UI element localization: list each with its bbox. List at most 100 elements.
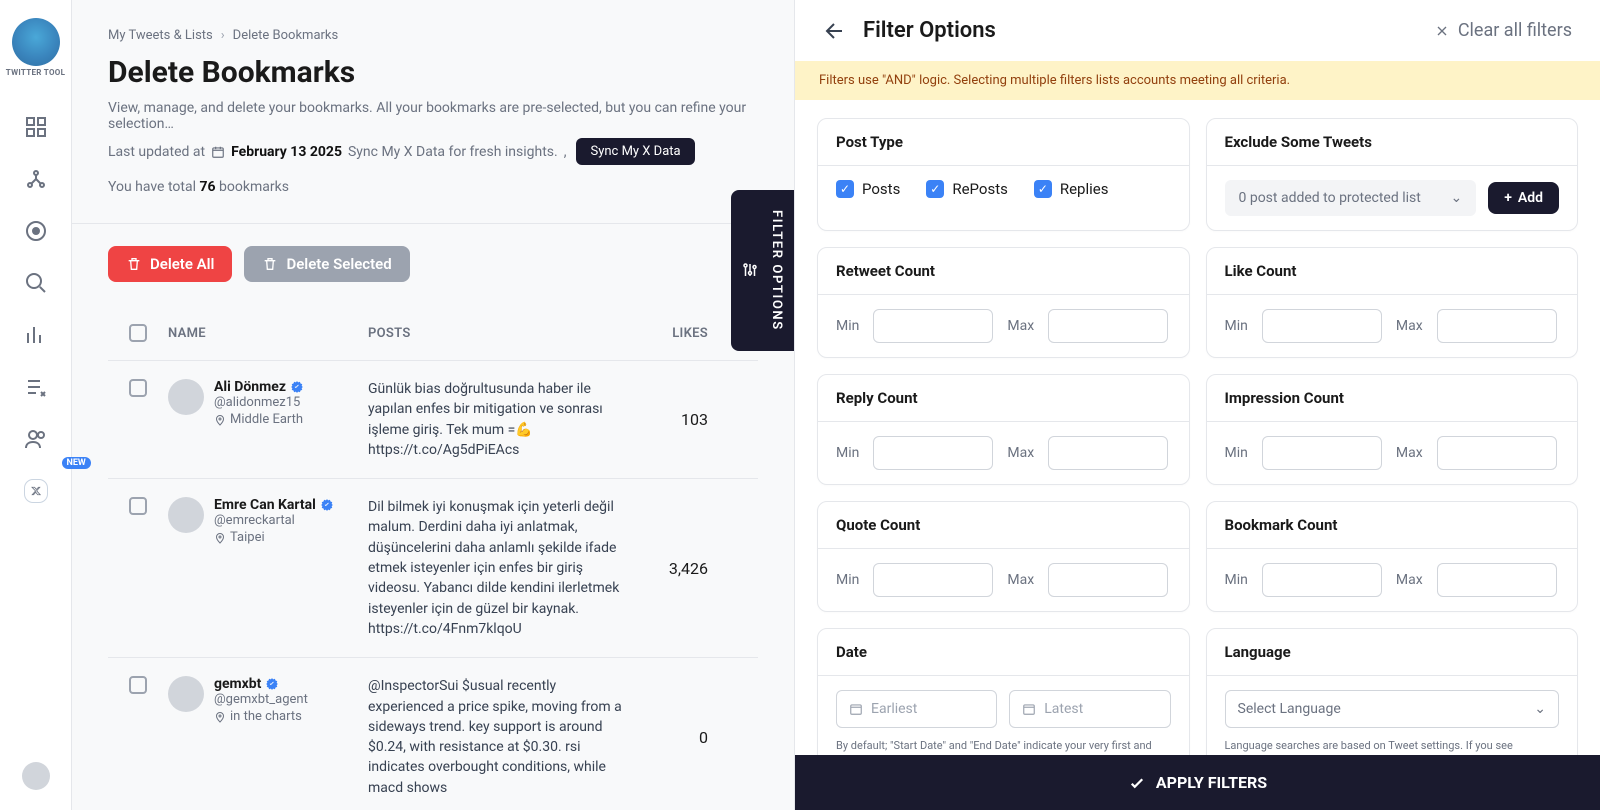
card-title: Impression Count	[1207, 375, 1578, 421]
card-title: Retweet Count	[818, 248, 1189, 294]
avatar	[168, 497, 204, 533]
card-impression-count: Impression Count Min Max	[1206, 374, 1579, 485]
sync-button[interactable]: Sync My X Data	[576, 138, 694, 165]
trash-icon	[126, 256, 142, 272]
max-label: Max	[1396, 318, 1423, 334]
reply-max-input[interactable]	[1048, 436, 1168, 470]
trash-icon	[262, 256, 278, 272]
language-select[interactable]: Select Language ⌄	[1225, 690, 1560, 728]
dashboard-icon[interactable]	[24, 115, 48, 139]
updated-date: February 13 2025	[231, 144, 342, 160]
calendar-icon	[211, 145, 225, 159]
chevron-down-icon: ⌄	[1450, 190, 1462, 206]
date-earliest-input[interactable]: Earliest	[836, 690, 997, 728]
row-checkbox[interactable]	[129, 676, 147, 694]
post-text: Günlük bias doğrultusunda haber ile yapı…	[368, 379, 628, 460]
display-name: Emre Can Kartal	[214, 497, 316, 513]
location: in the charts	[214, 709, 308, 724]
x-nav-wrapper: NEW	[24, 465, 48, 517]
card-bookmark-count: Bookmark Count Min Max	[1206, 501, 1579, 612]
likes-count: 3,426	[628, 559, 708, 578]
totals-line: You have total 76 bookmarks	[108, 179, 758, 195]
location: Middle Earth	[214, 412, 304, 427]
pin-icon	[214, 532, 226, 544]
card-exclude-tweets: Exclude Some Tweets 0 post added to prot…	[1206, 118, 1579, 231]
delete-selected-button[interactable]: Delete Selected	[244, 246, 409, 282]
retweet-max-input[interactable]	[1048, 309, 1168, 343]
app-logo	[12, 18, 60, 66]
chevron-down-icon: ⌄	[1534, 701, 1546, 717]
page-title: Delete Bookmarks	[108, 55, 758, 90]
filter-panel: Filter Options Clear all filters Filters…	[794, 0, 1600, 810]
x-icon[interactable]	[24, 479, 48, 503]
max-label: Max	[1007, 445, 1034, 461]
target-icon[interactable]	[24, 219, 48, 243]
search-icon[interactable]	[24, 271, 48, 295]
bookmark-max-input[interactable]	[1437, 563, 1557, 597]
crumb-root[interactable]: My Tweets & Lists	[108, 28, 213, 43]
card-date: Date Earliest Latest By default; "Start …	[817, 628, 1190, 755]
list-x-icon[interactable]	[24, 375, 48, 399]
min-label: Min	[1225, 318, 1248, 334]
table-row: Ali Dönmez @alidonmez15 Middle Earth Gün…	[108, 360, 758, 478]
row-checkbox[interactable]	[129, 379, 147, 397]
likes-count: 0	[628, 728, 708, 747]
impression-min-input[interactable]	[1262, 436, 1382, 470]
filter-options-tab[interactable]: FILTER OPTIONS	[731, 190, 794, 351]
handle: @gemxbt_agent	[214, 692, 308, 707]
like-min-input[interactable]	[1262, 309, 1382, 343]
page-description: View, manage, and delete your bookmarks.…	[108, 100, 758, 132]
delete-all-button[interactable]: Delete All	[108, 246, 232, 282]
card-title: Date	[818, 629, 1189, 675]
check-icon	[1128, 774, 1146, 792]
verified-icon	[265, 677, 279, 691]
checkbox-replies[interactable]: ✓Replies	[1034, 180, 1109, 198]
min-label: Min	[836, 445, 859, 461]
clear-filters-link[interactable]: Clear all filters	[1434, 20, 1572, 41]
min-label: Min	[836, 572, 859, 588]
select-all-checkbox[interactable]	[129, 324, 147, 342]
likes-count: 103	[628, 410, 708, 429]
card-title: Quote Count	[818, 502, 1189, 548]
apply-filters-button[interactable]: APPLY FILTERS	[795, 755, 1600, 810]
verified-icon	[320, 498, 334, 512]
close-icon	[1434, 23, 1450, 39]
row-checkbox[interactable]	[129, 497, 147, 515]
table-row: Emre Can Kartal @emreckartal Taipei Dil …	[108, 478, 758, 657]
card-title: Exclude Some Tweets	[1207, 119, 1578, 165]
sliders-icon	[741, 261, 759, 279]
users-icon[interactable]	[24, 427, 48, 451]
card-like-count: Like Count Min Max	[1206, 247, 1579, 358]
checkbox-posts[interactable]: ✓Posts	[836, 180, 900, 198]
card-title: Bookmark Count	[1207, 502, 1578, 548]
back-arrow-icon[interactable]	[823, 19, 847, 43]
col-posts: POSTS	[368, 326, 628, 341]
date-help-text: By default; "Start Date" and "End Date" …	[836, 738, 1171, 755]
like-max-input[interactable]	[1437, 309, 1557, 343]
protected-list-dropdown[interactable]: 0 post added to protected list ⌄	[1225, 180, 1477, 216]
retweet-min-input[interactable]	[873, 309, 993, 343]
avatar	[168, 676, 204, 712]
add-protected-button[interactable]: +Add	[1488, 182, 1559, 214]
max-label: Max	[1007, 318, 1034, 334]
breadcrumb: My Tweets & Lists › Delete Bookmarks	[108, 28, 758, 43]
date-latest-input[interactable]: Latest	[1009, 690, 1170, 728]
impression-max-input[interactable]	[1437, 436, 1557, 470]
quote-max-input[interactable]	[1048, 563, 1168, 597]
min-label: Min	[1225, 445, 1248, 461]
checkbox-reposts[interactable]: ✓RePosts	[926, 180, 1008, 198]
network-icon[interactable]	[24, 167, 48, 191]
bookmark-min-input[interactable]	[1262, 563, 1382, 597]
verified-icon	[290, 380, 304, 394]
avatar	[168, 379, 204, 415]
chart-icon[interactable]	[24, 323, 48, 347]
max-label: Max	[1396, 572, 1423, 588]
reply-min-input[interactable]	[873, 436, 993, 470]
col-name: NAME	[168, 326, 368, 341]
user-avatar[interactable]	[22, 762, 50, 790]
updated-line: Last updated at February 13 2025 Sync My…	[108, 138, 758, 165]
pin-icon	[214, 711, 226, 723]
max-label: Max	[1396, 445, 1423, 461]
quote-min-input[interactable]	[873, 563, 993, 597]
panel-title: Filter Options	[863, 18, 996, 43]
